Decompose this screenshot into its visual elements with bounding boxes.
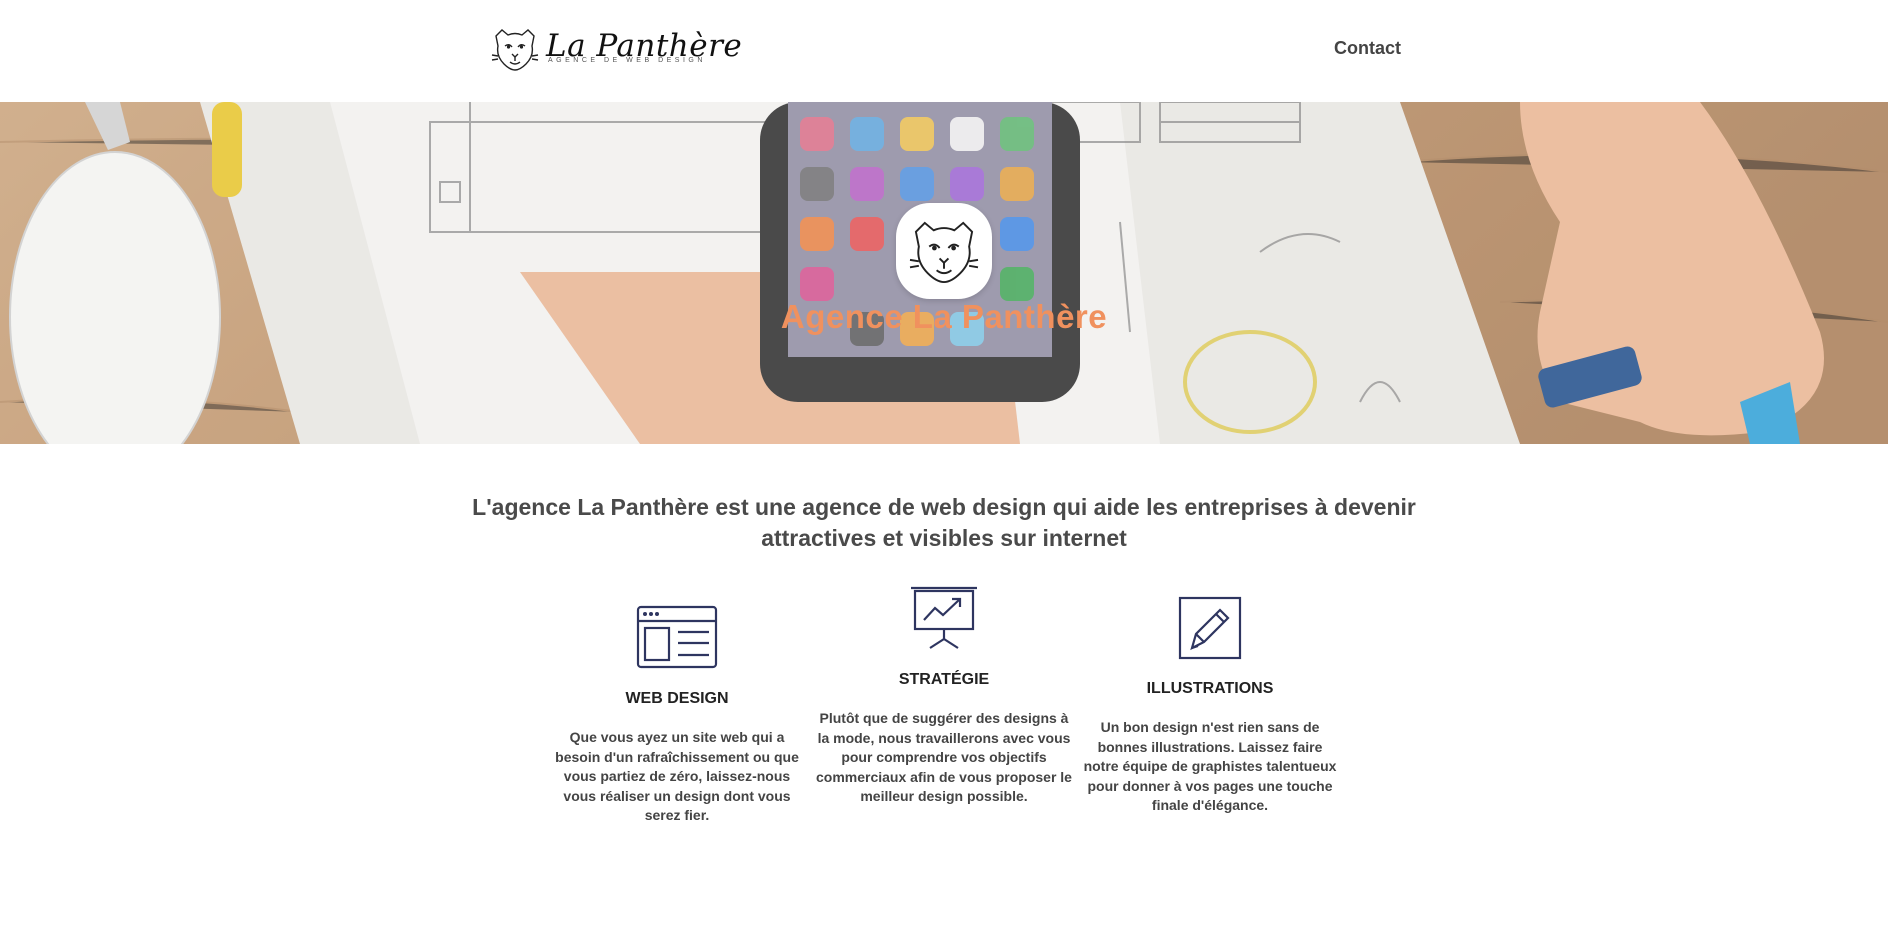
service-title-illustrations: ILLUSTRATIONS <box>1146 680 1274 697</box>
service-text-illustrations: Un bon design n'est rien sans de bonnes … <box>1083 719 1337 814</box>
site-header: La Panthère AGENCE DE WEB DESIGN Contact <box>0 0 1888 102</box>
service-title-web-design: WEB DESIGN <box>625 690 729 707</box>
panther-head-icon <box>491 29 539 71</box>
panther-head-icon <box>909 221 979 284</box>
hero-logo-badge <box>896 203 992 299</box>
service-text-strategie: Plutôt que de suggérer des designs à la … <box>816 710 1072 805</box>
pencil-icon <box>1178 596 1242 660</box>
service-text-web-design: Que vous ayez un site web qui a besoin d… <box>555 729 799 824</box>
hero-title: Agence La Panthère <box>780 298 1108 335</box>
nav-contact-link[interactable]: Contact <box>1334 38 1401 59</box>
intro-text: L'agence La Panthère est une agence de w… <box>472 494 1416 551</box>
service-title-strategie: STRATÉGIE <box>898 671 990 688</box>
hero-banner: Agence La Panthère <box>0 102 1888 444</box>
logo-tagline: AGENCE DE WEB DESIGN <box>548 57 706 64</box>
presentation-chart-icon <box>911 586 977 649</box>
browser-window-icon <box>636 605 718 669</box>
site-logo[interactable]: La Panthère AGENCE DE WEB DESIGN <box>490 26 742 72</box>
